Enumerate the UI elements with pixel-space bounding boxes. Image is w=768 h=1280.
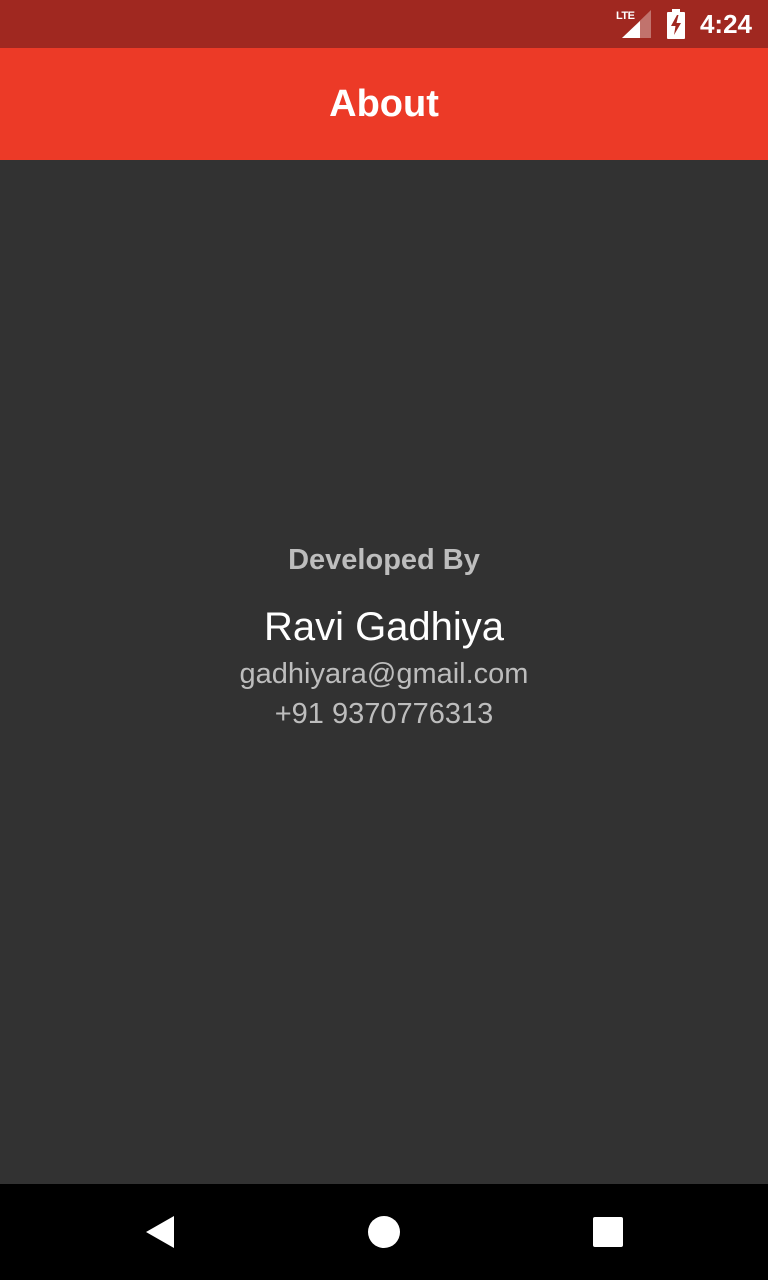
status-icons: LTE 4:24 (616, 0, 752, 48)
developed-by-heading: Developed By (288, 544, 480, 576)
page-title: About (329, 82, 439, 125)
clock: 4:24 (699, 8, 752, 39)
recents-icon (593, 1217, 623, 1247)
home-icon (368, 1216, 400, 1248)
recents-button[interactable] (584, 1208, 632, 1256)
about-content: Developed By Ravi Gadhiya gadhiyara@gmai… (0, 160, 768, 1184)
developer-phone[interactable]: +91 9370776313 (0, 694, 768, 734)
lte-signal-icon: LTE (616, 9, 652, 39)
status-bar: LTE 4:24 (0, 0, 768, 48)
battery-charging-icon (666, 9, 686, 39)
back-icon (146, 1216, 174, 1248)
developer-credits: Developed By Ravi Gadhiya gadhiyara@gmai… (0, 538, 768, 734)
home-button[interactable] (360, 1208, 408, 1256)
developer-email[interactable]: gadhiyara@gmail.com (0, 654, 768, 694)
developer-name: Ravi Gadhiya (263, 605, 505, 649)
back-button[interactable] (136, 1208, 184, 1256)
navigation-bar (0, 1184, 768, 1280)
app-bar: About (0, 48, 768, 160)
